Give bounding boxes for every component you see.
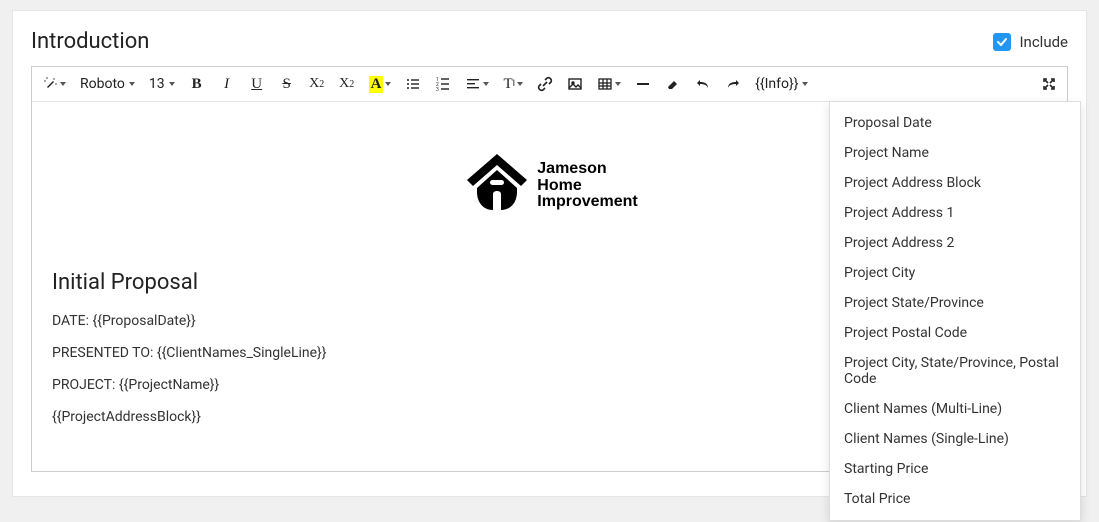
subscript-button[interactable]: X2 <box>339 73 355 95</box>
text-color-button[interactable]: A <box>369 73 392 95</box>
horizontal-rule-button[interactable] <box>635 73 651 95</box>
font-size-dropdown[interactable]: 13 <box>149 76 175 92</box>
dropdown-item[interactable]: Project City, State/Province, Postal Cod… <box>830 348 1080 394</box>
include-label: Include <box>1019 33 1068 51</box>
paragraph-align-button[interactable] <box>465 73 489 95</box>
dropdown-item[interactable]: Project Name <box>830 138 1080 168</box>
font-family-label: Roboto <box>80 76 125 92</box>
info-merge-dropdown[interactable]: {{Info}} <box>755 76 808 92</box>
dropdown-item[interactable]: Project Address 1 <box>830 198 1080 228</box>
eraser-button[interactable] <box>665 73 681 95</box>
table-button[interactable] <box>597 73 621 95</box>
rich-text-editor: Roboto 13 B I U S X2 X2 A 123 <box>31 66 1068 472</box>
link-button[interactable] <box>537 73 553 95</box>
panel-title: Introduction <box>31 29 149 54</box>
svg-text:3: 3 <box>436 87 439 92</box>
panel-header: Introduction Include <box>31 29 1068 54</box>
redo-button[interactable] <box>725 73 741 95</box>
unordered-list-button[interactable] <box>405 73 421 95</box>
editor-toolbar: Roboto 13 B I U S X2 X2 A 123 <box>32 67 1067 102</box>
font-family-dropdown[interactable]: Roboto <box>80 76 135 92</box>
dropdown-item[interactable]: Client Names (Single-Line) <box>830 424 1080 454</box>
text-format-button[interactable]: TI <box>503 73 523 95</box>
dropdown-item[interactable]: Project City <box>830 258 1080 288</box>
italic-button[interactable]: I <box>219 73 235 95</box>
dropdown-item[interactable]: Starting Price <box>830 454 1080 484</box>
dropdown-item[interactable]: Project Address Block <box>830 168 1080 198</box>
dropdown-item[interactable]: Project State/Province <box>830 288 1080 318</box>
introduction-panel: Introduction Include Roboto 13 B I U S <box>12 10 1087 497</box>
house-icon <box>461 152 533 220</box>
include-toggle[interactable]: Include <box>993 33 1068 51</box>
logo-line: Jameson <box>537 161 637 178</box>
logo-line: Improvement <box>537 194 637 211</box>
underline-button[interactable]: U <box>249 73 265 95</box>
dropdown-item[interactable]: Client Names (Multi-Line) <box>830 394 1080 424</box>
strikethrough-button[interactable]: S <box>279 73 295 95</box>
dropdown-item[interactable]: Project Postal Code <box>830 318 1080 348</box>
ordered-list-button[interactable]: 123 <box>435 73 451 95</box>
undo-button[interactable] <box>695 73 711 95</box>
dropdown-item[interactable]: Proposal Date <box>830 108 1080 138</box>
bold-button[interactable]: B <box>189 73 205 95</box>
image-button[interactable] <box>567 73 583 95</box>
logo-text: Jameson Home Improvement <box>537 161 637 211</box>
dropdown-item[interactable]: Total Price <box>830 484 1080 514</box>
dropdown-item[interactable]: Project Address 2 <box>830 228 1080 258</box>
superscript-button[interactable]: X2 <box>309 73 325 95</box>
checkbox-icon <box>993 33 1011 51</box>
fullscreen-button[interactable] <box>1041 73 1057 95</box>
magic-wand-button[interactable] <box>42 73 66 95</box>
info-label: {{Info}} <box>755 76 798 92</box>
info-dropdown-menu: Proposal Date Project Name Project Addre… <box>829 101 1081 521</box>
logo-line: Home <box>537 178 637 195</box>
font-size-label: 13 <box>149 76 165 92</box>
